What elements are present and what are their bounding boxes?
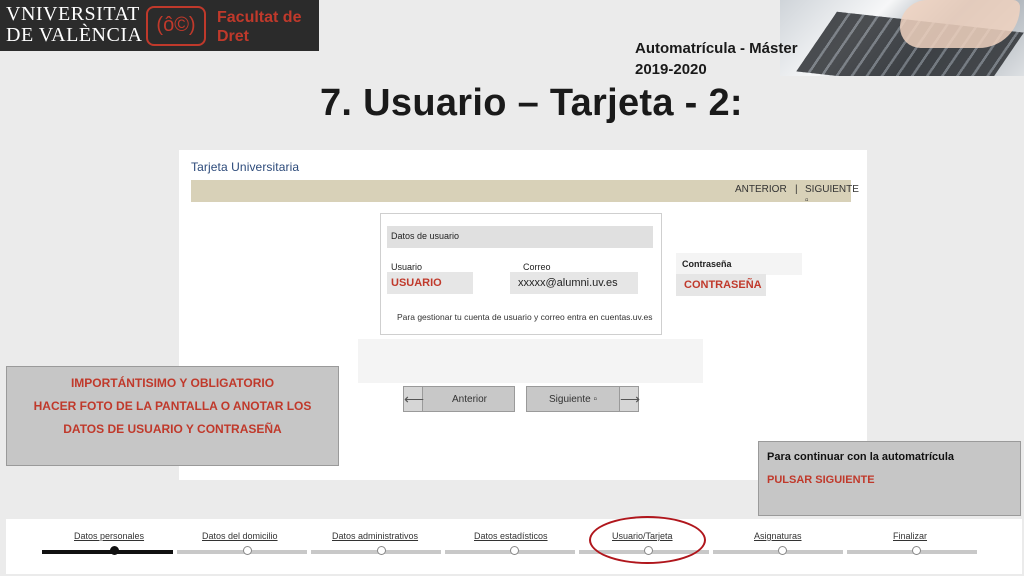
- faculty-name: Facultat de Dret: [217, 8, 301, 46]
- arrow-left-icon: ⟵: [404, 387, 424, 411]
- faculty-line-2: Dret: [217, 28, 250, 45]
- continue-line-1: Para continuar con la automatrícula: [767, 451, 955, 463]
- logo-line-1: VNIVERSITAT: [6, 3, 140, 25]
- step-line-1: [42, 550, 173, 554]
- subtitle-line-2: 2019-2020: [635, 61, 707, 78]
- correo-field: xxxxx@alumni.uv.es: [510, 272, 638, 294]
- step-dot-1: [110, 546, 119, 555]
- progress-steps: Datos personales Datos del domicilio Dat…: [6, 519, 1022, 574]
- step-label-datos-personales[interactable]: Datos personales: [74, 531, 144, 541]
- warning-line-1: IMPORTÁNTISIMO Y OBLIGATORIO: [70, 376, 275, 390]
- step-dot-6: [778, 546, 787, 555]
- next-button-label: Siguiente ▫: [549, 394, 598, 405]
- top-nav-bar: ANTERIOR | SIGUIENTE ▫: [191, 180, 859, 206]
- step-dot-2: [243, 546, 252, 555]
- panel-title: Tarjeta Universitaria: [191, 160, 300, 174]
- slide-title: 7. Usuario – Tarjeta - 2:: [320, 82, 743, 124]
- previous-button[interactable]: ⟵ Anterior: [403, 386, 515, 412]
- continue-line-2: PULSAR SIGUIENTE: [767, 474, 875, 486]
- usuario-value: USUARIO: [391, 277, 442, 289]
- user-data-box: Datos de usuario Usuario Correo USUARIO …: [380, 213, 662, 335]
- password-field: CONTRASEÑA: [676, 274, 766, 296]
- warning-callout: IMPORTÁNTISIMO Y OBLIGATORIO HACER FOTO …: [6, 366, 339, 466]
- arrow-right-icon: ⟶: [619, 387, 640, 411]
- continue-callout: Para continuar con la automatrícula PULS…: [758, 441, 1021, 516]
- step-line-3: [311, 550, 441, 554]
- keyboard-photo: [780, 0, 1024, 76]
- step-dot-4: [510, 546, 519, 555]
- step-dot-7: [912, 546, 921, 555]
- subtitle-line-1: Automatrícula - Máster: [635, 40, 798, 57]
- logo-line-2: DE VALÈNCIA: [6, 24, 143, 46]
- blank-area: [358, 339, 703, 383]
- correo-label: Correo: [523, 262, 551, 272]
- password-label-box: Contraseña: [676, 253, 802, 275]
- nav-next-link[interactable]: SIGUIENTE ▫: [805, 184, 859, 206]
- user-box-header: Datos de usuario: [387, 226, 653, 248]
- step-line-2: [177, 550, 307, 554]
- logo-university-name: VNIVERSITAT DE VALÈNCIA: [6, 4, 142, 46]
- step-label-datos-estadisticos[interactable]: Datos estadísticos: [474, 531, 548, 541]
- nav-previous-link[interactable]: ANTERIOR: [735, 184, 787, 195]
- password-value: CONTRASEÑA: [684, 279, 762, 291]
- user-box-title: Datos de usuario: [391, 231, 460, 241]
- nav-separator: |: [795, 184, 798, 195]
- university-logo: VNIVERSITAT DE VALÈNCIA (ô©) Facultat de…: [0, 0, 319, 51]
- account-management-note: Para gestionar tu cuenta de usuario y co…: [397, 312, 653, 322]
- step-label-finalizar[interactable]: Finalizar: [893, 531, 927, 541]
- next-button[interactable]: Siguiente ▫ ⟶: [526, 386, 640, 412]
- faculty-line-1: Facultat de: [217, 9, 302, 26]
- faculty-emblem-icon: (ô©): [146, 6, 206, 46]
- previous-button-label: Anterior: [452, 394, 488, 405]
- warning-line-2: HACER FOTO DE LA PANTALLA O ANOTAR LOS: [33, 399, 312, 413]
- step-label-datos-domicilio[interactable]: Datos del domicilio: [202, 531, 278, 541]
- step-label-datos-administrativos[interactable]: Datos administrativos: [332, 531, 418, 541]
- correo-value: xxxxx@alumni.uv.es: [518, 277, 618, 289]
- hand-shape: [900, 0, 1020, 48]
- step-dot-3: [377, 546, 386, 555]
- warning-line-3: DATOS DE USUARIO Y CONTRASEÑA: [63, 422, 282, 436]
- password-label: Contraseña: [682, 259, 732, 269]
- step-label-asignaturas[interactable]: Asignaturas: [754, 531, 802, 541]
- slide-subtitle: Automatrícula - Máster 2019-2020: [635, 38, 798, 80]
- usuario-field: USUARIO: [387, 272, 473, 294]
- highlight-circle: [589, 516, 706, 564]
- usuario-label: Usuario: [391, 262, 423, 272]
